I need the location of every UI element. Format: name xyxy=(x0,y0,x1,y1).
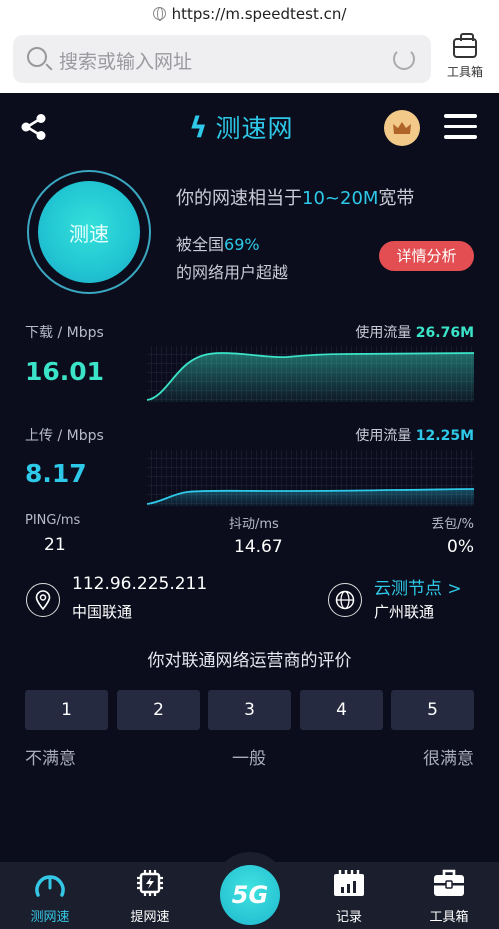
cloud-node-link[interactable]: 云测节点 > xyxy=(374,574,462,599)
search-placeholder: 搜索或输入网址 xyxy=(59,51,193,73)
nav-records[interactable]: 记录 xyxy=(314,862,384,925)
url-bar[interactable]: https://m.speedtest.cn/ xyxy=(0,5,499,23)
globe-node-icon xyxy=(328,583,362,617)
nav-boost[interactable]: 提网速 xyxy=(115,862,185,925)
rating-option-4[interactable]: 4 xyxy=(300,690,383,730)
speedtest-start-button[interactable]: 测速 xyxy=(38,181,140,283)
rating-option-3[interactable]: 3 xyxy=(208,690,291,730)
nav-tools[interactable]: 工具箱 xyxy=(414,862,484,925)
share-icon[interactable] xyxy=(20,113,48,141)
chip-bolt-icon xyxy=(137,870,163,896)
loss-value: 0% xyxy=(447,537,474,557)
rank-summary: 被全国69% 的网络用户超越 xyxy=(176,235,289,282)
upload-usage-value: 12.25M xyxy=(415,428,474,444)
nav-tools-label: 工具箱 xyxy=(429,910,469,925)
download-label: 下载 / Mbps xyxy=(25,325,104,341)
crown-icon xyxy=(393,122,411,134)
app-logo: ϟ 测速网 xyxy=(189,110,294,144)
jitter-label: 抖动/ms xyxy=(229,517,279,532)
upload-value: 8.17 xyxy=(25,459,87,488)
ping-label: PING/ms xyxy=(25,513,81,528)
loss-label: 丢包/% xyxy=(431,517,474,532)
url-text: https://m.speedtest.cn/ xyxy=(171,5,347,23)
rating-option-2[interactable]: 2 xyxy=(117,690,200,730)
globe-icon xyxy=(152,7,166,21)
upload-label: 上传 / Mbps xyxy=(25,428,104,444)
download-usage: 使用流量 26.76M xyxy=(355,325,474,341)
node-name: 广州联通 xyxy=(374,603,435,621)
rating-mid-caption: 一般 xyxy=(232,749,266,769)
download-usage-value: 26.76M xyxy=(415,325,474,341)
nav-speedtest-label: 测网速 xyxy=(30,910,70,925)
rank-percent: 69% xyxy=(224,235,260,254)
download-value: 16.01 xyxy=(25,357,105,386)
rating-title: 你对联通网络运营商的评价 xyxy=(147,651,352,671)
menu-icon[interactable] xyxy=(444,114,477,140)
bandwidth-value: 10~20M xyxy=(302,188,379,209)
toolbox-label: 工具箱 xyxy=(446,65,483,79)
search-input[interactable]: 搜索或输入网址 xyxy=(13,35,431,83)
browser-chrome: https://m.speedtest.cn/ 搜索或输入网址 工具箱 xyxy=(0,0,499,93)
nav-records-label: 记录 xyxy=(335,910,362,925)
speedometer-icon xyxy=(35,875,65,897)
upload-usage: 使用流量 12.25M xyxy=(355,428,474,444)
nav-boost-label: 提网速 xyxy=(130,910,170,925)
toolbox-icon xyxy=(453,33,477,58)
reload-icon[interactable] xyxy=(393,48,415,70)
browser-toolbox-button[interactable]: 工具箱 xyxy=(440,33,490,86)
logo-mark-icon: ϟ xyxy=(189,110,208,144)
jitter-value: 14.67 xyxy=(234,537,283,557)
rating-low-caption: 不满意 xyxy=(25,749,76,769)
rating-high-caption: 很满意 xyxy=(423,749,474,769)
rating-option-5[interactable]: 5 xyxy=(391,690,474,730)
records-icon xyxy=(334,870,364,896)
ip-address: 112.96.225.211 xyxy=(72,574,208,594)
download-chart xyxy=(147,346,474,402)
location-pin-icon xyxy=(26,583,60,617)
toolbox-icon xyxy=(434,869,464,896)
search-icon xyxy=(27,47,47,67)
rating-option-1[interactable]: 1 xyxy=(25,690,108,730)
speedtest-start-ring[interactable]: 测速 xyxy=(27,170,151,294)
5g-button[interactable]: 5G xyxy=(220,865,280,925)
vip-crown-button[interactable] xyxy=(384,110,420,146)
nav-speedtest[interactable]: 测网速 xyxy=(15,862,85,925)
bandwidth-summary: 你的网速相当于10~20M宽带 xyxy=(176,188,415,209)
detail-analysis-button[interactable]: 详情分析 xyxy=(379,241,474,271)
isp-name: 中国联通 xyxy=(72,603,133,621)
upload-chart xyxy=(147,450,474,506)
app-name: 测速网 xyxy=(215,114,294,143)
ping-value: 21 xyxy=(44,535,66,555)
